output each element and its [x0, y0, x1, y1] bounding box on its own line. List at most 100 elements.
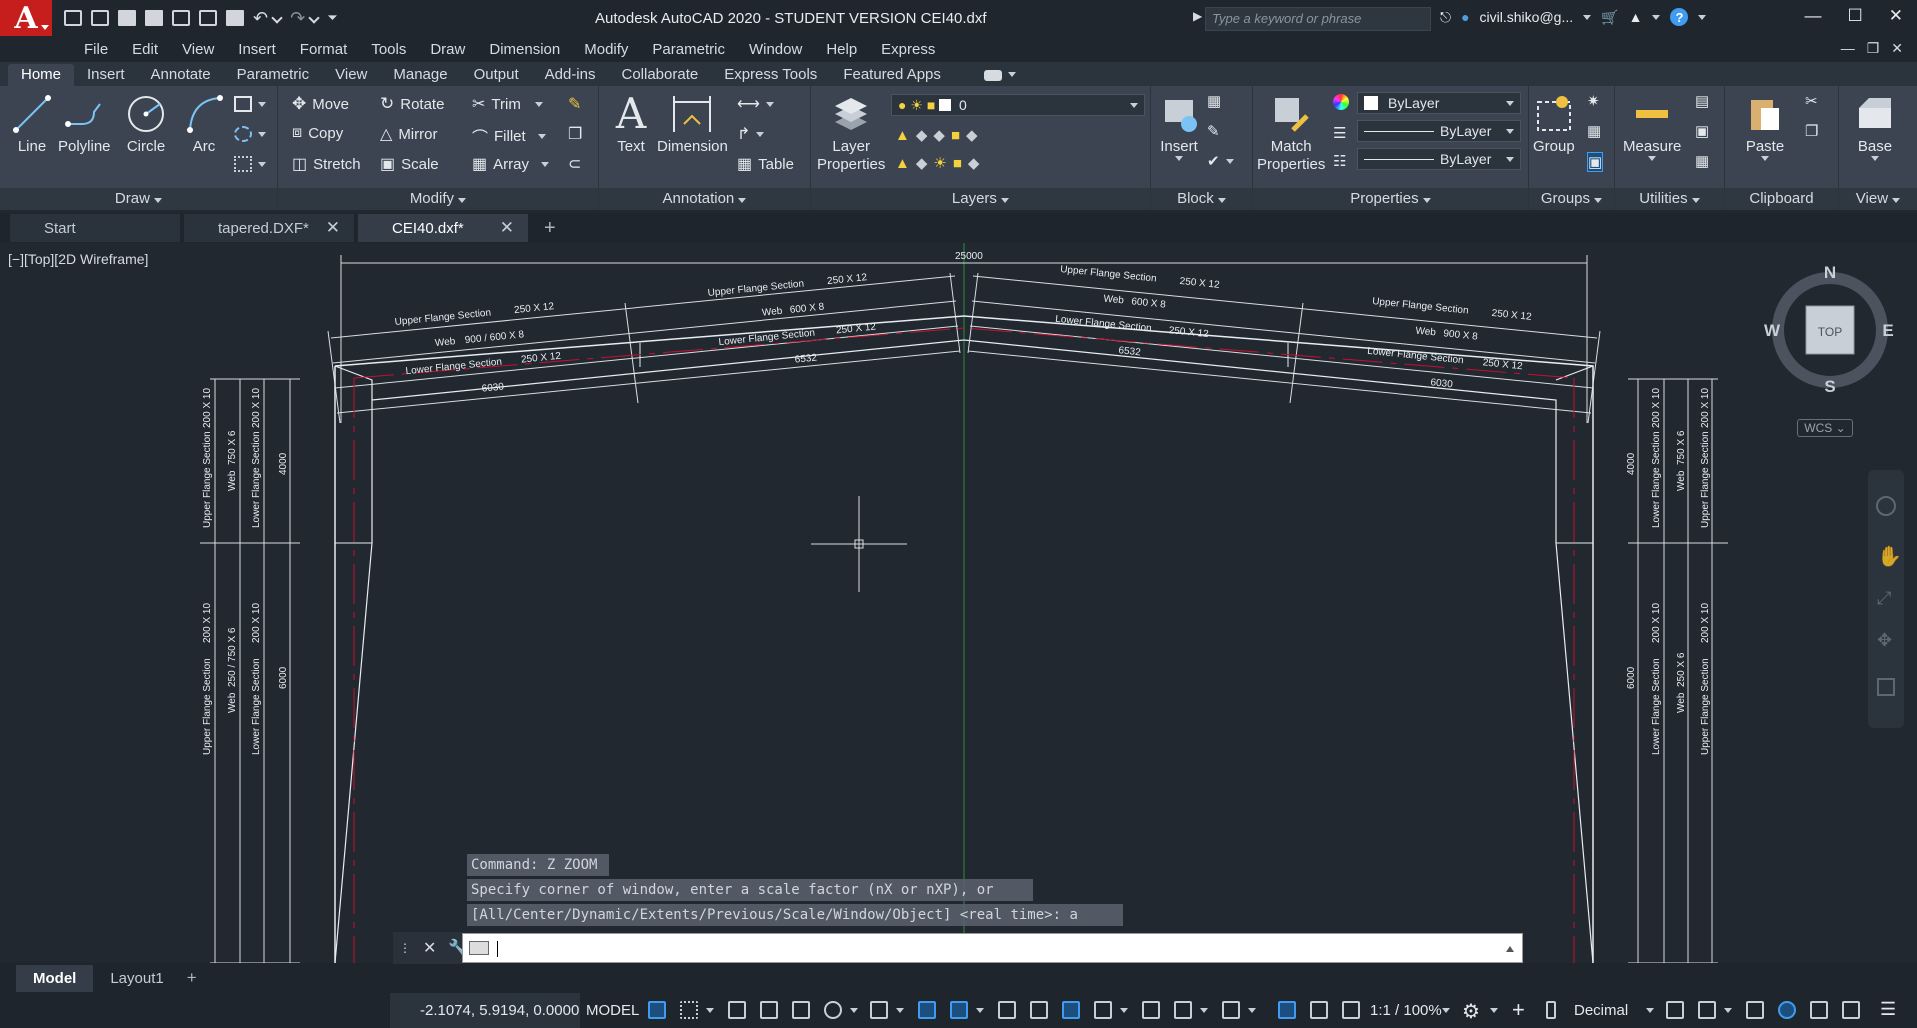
snap-toggle-icon[interactable] [680, 1001, 698, 1019]
ungroup-icon[interactable]: ✷ [1587, 92, 1600, 110]
modify-panel-title[interactable]: Modify [278, 188, 598, 210]
mirror-button[interactable]: △ Mirror [380, 124, 437, 144]
selection-cycling-icon[interactable] [1062, 1001, 1080, 1019]
isolate-objects-icon[interactable] [1746, 1001, 1764, 1019]
tab-view[interactable]: View [322, 64, 380, 86]
create-block-icon[interactable]: ▦ [1207, 92, 1221, 110]
workspace-gear-icon[interactable]: ⚙ [1462, 999, 1480, 1024]
3d-osnap-icon[interactable] [1094, 1001, 1112, 1019]
menu-insert[interactable]: Insert [226, 41, 288, 58]
doc-tab-tapered[interactable]: tapered.DXF* ✕ [184, 214, 354, 242]
fullscreen-icon[interactable] [1842, 1001, 1860, 1019]
open-from-web-icon[interactable] [172, 10, 190, 26]
base-view-button[interactable]: Base [1855, 94, 1895, 161]
layer-match-icon[interactable]: ◆ [966, 126, 978, 144]
doc-close-icon[interactable]: ✕ [1891, 40, 1903, 57]
line-button[interactable]: Line [12, 94, 52, 156]
layer-change-icon[interactable]: ◆ [968, 154, 980, 172]
tab-layout1[interactable]: Layout1 [93, 965, 180, 992]
save-to-web-icon[interactable] [199, 10, 217, 26]
tab-express-tools[interactable]: Express Tools [711, 64, 830, 86]
arc-button[interactable]: Arc [184, 94, 224, 156]
measure-button[interactable]: Measure [1623, 94, 1681, 161]
linetype-icon[interactable]: ☷ [1333, 152, 1346, 170]
text-button[interactable]: A Text [611, 93, 651, 156]
filter-dropdown-icon[interactable] [1200, 1008, 1208, 1013]
tab-home[interactable]: Home [8, 64, 75, 86]
layer-unisolate-icon[interactable]: ◆ [916, 154, 928, 172]
menu-file[interactable]: File [72, 41, 120, 58]
grip-icon[interactable]: ⋮ [399, 941, 411, 955]
calculator-icon[interactable]: ▦ [1695, 152, 1709, 170]
move-button[interactable]: ✥ Move [292, 94, 349, 114]
cart-icon[interactable]: 🛒 [1601, 9, 1618, 26]
undo-icon[interactable]: ↶ [253, 8, 268, 29]
tab-featured-apps[interactable]: Featured Apps [830, 64, 954, 86]
osnap-dropdown-icon[interactable] [976, 1008, 984, 1013]
drawing-canvas[interactable]: [−][Top][2D Wireframe] 25000 Upper Flang… [0, 243, 1917, 963]
polar-dropdown-icon[interactable] [850, 1008, 858, 1013]
tab-output[interactable]: Output [461, 64, 532, 86]
isodraft-icon[interactable] [870, 1001, 888, 1019]
paste-button[interactable]: Paste [1745, 94, 1785, 161]
properties-panel-title[interactable]: Properties [1253, 188, 1528, 210]
menu-express[interactable]: Express [869, 41, 947, 58]
showmotion-icon[interactable] [1877, 678, 1895, 696]
ortho-icon[interactable] [792, 1001, 810, 1019]
rotate-button[interactable]: ↻ Rotate [380, 94, 444, 114]
lineweight-dropdown[interactable]: ByLayer [1357, 120, 1521, 142]
explode-button[interactable]: ❐ [568, 124, 582, 144]
user-icon[interactable]: ● [1461, 9, 1469, 25]
polar-tracking-icon[interactable] [824, 1001, 842, 1019]
tab-add-ins[interactable]: Add-ins [532, 64, 609, 86]
command-input[interactable] [462, 933, 1523, 963]
model-space-button[interactable]: MODEL [586, 1002, 639, 1019]
layer-properties-button[interactable]: Layer Properties [817, 94, 885, 174]
doc-tab-start[interactable]: Start [10, 214, 180, 242]
menu-window[interactable]: Window [737, 41, 814, 58]
copy-clip-icon[interactable]: ❐ [1805, 122, 1818, 140]
doc-minimize-icon[interactable]: — [1841, 40, 1855, 57]
clipboard-panel-title[interactable]: Clipboard [1725, 188, 1838, 210]
trim-button[interactable]: ✂ Trim [472, 94, 543, 114]
viewcube-top[interactable]: TOP [1818, 325, 1842, 339]
quick-select-icon[interactable]: ▤ [1695, 92, 1709, 110]
workspace-dropdown-icon[interactable] [1490, 1008, 1498, 1013]
layer-unlock-icon[interactable]: ■ [953, 155, 962, 172]
linear-dim-button[interactable]: ⟷ [737, 94, 774, 114]
annotation-monitor-icon[interactable]: + [1512, 997, 1525, 1023]
circle-button[interactable]: Circle [126, 94, 166, 156]
compass-south[interactable]: S [1824, 377, 1835, 396]
dynamic-ucs-icon[interactable] [1142, 1001, 1160, 1019]
copy-button[interactable]: ⧈ Copy [292, 124, 343, 142]
menu-view[interactable]: View [170, 41, 226, 58]
menu-help[interactable]: Help [814, 41, 869, 58]
groups-panel-title[interactable]: Groups [1529, 188, 1614, 210]
layer-dropdown[interactable]: ● ☀ ■ 0 [891, 94, 1145, 116]
annotation-visibility-icon[interactable] [1278, 1001, 1296, 1019]
a360-icon[interactable]: ▲ [1629, 9, 1643, 25]
command-prompt-icon[interactable] [469, 941, 489, 955]
lineweight-toggle-icon[interactable] [998, 1001, 1016, 1019]
tab-model[interactable]: Model [16, 964, 94, 992]
scale-dropdown-icon[interactable] [1442, 1008, 1450, 1013]
quick-properties-icon[interactable] [1666, 1001, 1684, 1019]
offset-button[interactable]: ⊂ [568, 154, 581, 174]
lock-ui-icon[interactable] [1698, 1001, 1716, 1019]
viewcube[interactable]: TOP N S E W [1764, 264, 1896, 396]
linetype-dropdown[interactable]: ByLayer [1357, 148, 1521, 170]
save-as-icon[interactable] [145, 10, 163, 26]
object-snap-tracking-icon[interactable] [918, 1001, 936, 1019]
edit-attributes-icon[interactable]: ✔ [1207, 152, 1234, 170]
menu-edit[interactable]: Edit [120, 41, 170, 58]
redo-icon[interactable]: ↷ [290, 8, 305, 29]
erase-button[interactable]: ✎ [568, 94, 581, 114]
close-tab-icon[interactable]: ✕ [326, 218, 340, 238]
command-history-toggle-icon[interactable] [1506, 946, 1514, 952]
polyline-button[interactable]: Polyline [58, 94, 111, 156]
group-edit-icon[interactable]: ▦ [1587, 122, 1601, 140]
fillet-button[interactable]: ⌒ Fillet [472, 124, 546, 148]
layer-lock-icon[interactable]: ■ [951, 127, 960, 144]
gradient-button[interactable] [234, 156, 266, 172]
binoculars-icon[interactable]: ⎋ [1440, 9, 1451, 26]
